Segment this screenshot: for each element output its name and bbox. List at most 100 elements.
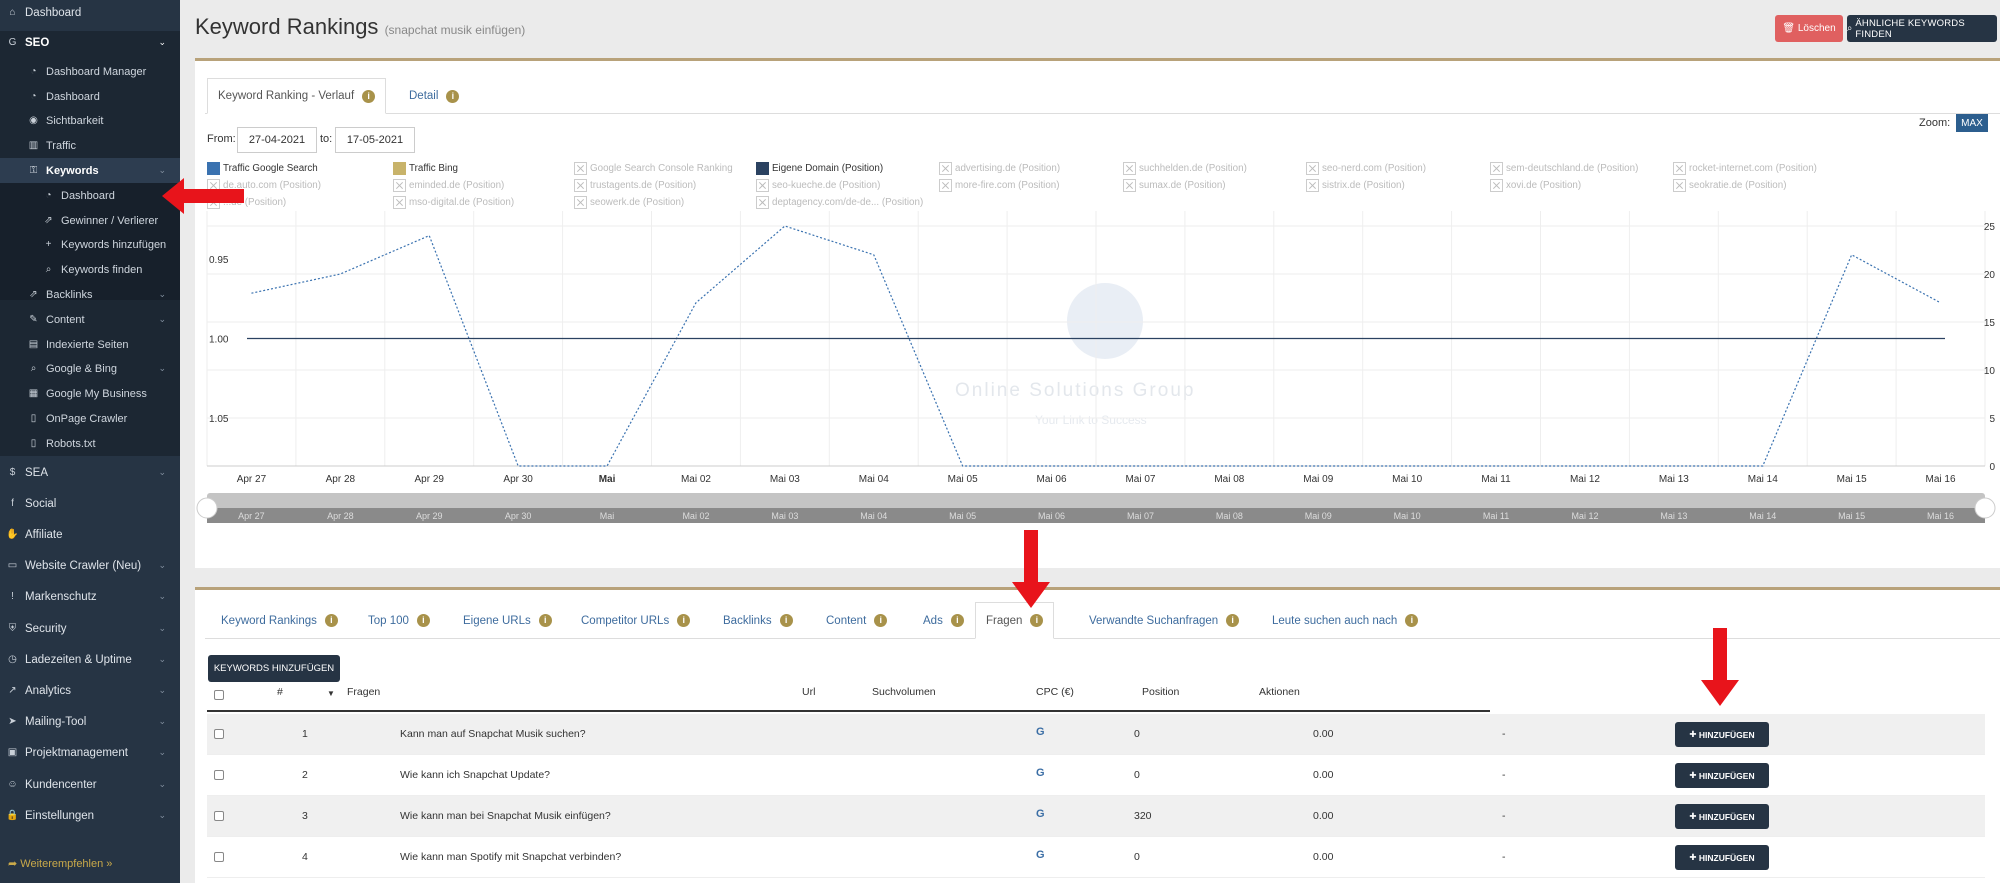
x-tick-label: Mai xyxy=(599,474,616,485)
navigator-tick-label: Mai 16 xyxy=(1927,511,1954,521)
x-tick-label: Mai 03 xyxy=(770,474,800,485)
sidebar-item-keywords-hinzuf-gen[interactable]: + Keywords hinzufügen xyxy=(0,232,180,257)
sidebar-item-sea[interactable]: $ SEA ⌄ xyxy=(0,460,180,485)
x-tick-label: Mai 12 xyxy=(1570,474,1600,485)
sidebar-item-keywords[interactable]: ⚿ Keywords ⌄ xyxy=(0,158,180,183)
sidebar-item-label: Mailing-Tool xyxy=(25,715,87,728)
x-tick-label: Mai 09 xyxy=(1303,474,1333,485)
sidebar-item-dashboard[interactable]: ◔ Dashboard xyxy=(0,84,180,109)
google-icon[interactable]: G xyxy=(1036,726,1045,738)
search-icon: ⌕ xyxy=(1847,23,1853,34)
delete-button[interactable]: 🗑 Löschen xyxy=(1775,15,1843,42)
x-tick-label: Apr 28 xyxy=(326,474,356,485)
sidebar-item-google-my-business[interactable]: ▦ Google My Business xyxy=(0,381,180,406)
add-keywords-button[interactable]: KEYWORDS HINZUFÜGEN xyxy=(208,655,340,682)
sidebar-item-website-crawler-neu[interactable]: ▭ Website Crawler (Neu) ⌄ xyxy=(0,553,180,578)
google-icon[interactable]: G xyxy=(1036,808,1045,820)
sidebar-item-projektmanagement[interactable]: ▣ Projektmanagement ⌄ xyxy=(0,740,180,765)
sidebar-item-content[interactable]: ✎ Content ⌄ xyxy=(0,307,180,332)
col-header-cpc[interactable]: CPC (€) xyxy=(1036,686,1074,698)
sidebar-item-label: Keywords finden xyxy=(61,263,143,276)
google-icon[interactable]: G xyxy=(1036,849,1045,861)
sidebar-item-dashboard[interactable]: ◔ Dashboard xyxy=(0,183,180,208)
send-icon: ➤ xyxy=(8,716,17,727)
sidebar-item-markenschutz[interactable]: ! Markenschutz ⌄ xyxy=(0,584,180,609)
chevron-down-icon: ⌄ xyxy=(158,810,166,820)
sidebar-item-label: Keywords xyxy=(46,164,99,177)
row-checkbox[interactable] xyxy=(214,770,224,780)
sidebar-item-label: Dashboard xyxy=(46,90,100,103)
row-search-volume: 0 xyxy=(1134,851,1140,863)
sidebar-item-onpage-crawler[interactable]: ▯ OnPage Crawler xyxy=(0,406,180,431)
plus-icon: ✚ xyxy=(1689,811,1697,821)
col-header-num[interactable]: # xyxy=(277,686,283,698)
tab-backlinks[interactable]: Backlinks i xyxy=(723,602,793,639)
x-tick-label: Mai 08 xyxy=(1214,474,1244,485)
add-keyword-button[interactable]: ✚ HINZUFÜGEN xyxy=(1675,804,1769,829)
sidebar-item-sichtbarkeit[interactable]: ◉ Sichtbarkeit xyxy=(0,108,180,133)
sidebar-item-traffic[interactable]: ▥ Traffic xyxy=(0,133,180,158)
row-checkbox[interactable] xyxy=(214,811,224,821)
row-question: Wie kann man Spotify mit Snapchat verbin… xyxy=(400,851,622,863)
find-similar-keywords-button[interactable]: ⌕ ÄHNLICHE KEYWORDS FINDEN xyxy=(1847,15,1997,42)
tab-content[interactable]: Content i xyxy=(826,602,888,639)
col-header-suchvolumen[interactable]: Suchvolumen xyxy=(872,686,936,698)
sidebar-item-keywords-finden[interactable]: ⌕ Keywords finden xyxy=(0,257,180,282)
sidebar-item-kundencenter[interactable]: ☺ Kundencenter ⌄ xyxy=(0,772,180,797)
tab-eigene-urls[interactable]: Eigene URLs i xyxy=(463,602,552,639)
sidebar-item-seo[interactable]: G SEO ⌄ xyxy=(0,30,180,55)
exclamation-icon: ! xyxy=(11,591,14,602)
add-keyword-button[interactable]: ✚ HINZUFÜGEN xyxy=(1675,722,1769,747)
col-header-url[interactable]: Url xyxy=(802,686,815,698)
info-icon: i xyxy=(1030,614,1044,627)
tab-leute-suchen-auch-nach[interactable]: Leute suchen auch nach i xyxy=(1272,602,1419,639)
home-icon: ⌂ xyxy=(9,7,16,18)
sidebar-item-label: Affiliate xyxy=(25,528,63,541)
select-all-checkbox[interactable] xyxy=(214,690,224,700)
col-header-position[interactable]: Position xyxy=(1142,686,1179,698)
add-keyword-button[interactable]: ✚ HINZUFÜGEN xyxy=(1675,763,1769,788)
tab-verwandte-suchanfragen[interactable]: Verwandte Suchanfragen i xyxy=(1089,602,1240,639)
sidebar-item-indexierte-seiten[interactable]: ▤ Indexierte Seiten xyxy=(0,332,180,357)
col-header-fragen[interactable]: Fragen xyxy=(347,686,380,698)
sidebar-item-dashboard[interactable]: ⌂ Dashboard xyxy=(0,0,180,25)
sidebar-item-dashboard-manager[interactable]: ◔ Dashboard Manager xyxy=(0,59,180,84)
row-number: 4 xyxy=(302,851,308,863)
sidebar-item-ladezeiten-uptime[interactable]: ◷ Ladezeiten & Uptime ⌄ xyxy=(0,647,180,672)
sidebar-item-einstellungen[interactable]: 🔒 Einstellungen ⌄ xyxy=(0,803,180,828)
sidebar-item-mailing-tool[interactable]: ➤ Mailing-Tool ⌄ xyxy=(0,709,180,734)
row-checkbox[interactable] xyxy=(214,729,224,739)
tab-competitor-urls[interactable]: Competitor URLs i xyxy=(581,602,691,639)
sidebar-item-label: Projektmanagement xyxy=(25,746,128,759)
sort-down-icon[interactable]: ▼ xyxy=(327,689,335,698)
table-row: 2 Wie kann ich Snapchat Update? G 0 0.00 - ✚ H… xyxy=(207,755,1985,796)
chevron-down-icon: ⌄ xyxy=(158,37,166,47)
x-tick-label: Mai 15 xyxy=(1837,474,1867,485)
navigator-tick-label: Mai 11 xyxy=(1483,511,1509,521)
sidebar-item-google-bing[interactable]: ⌕ Google & Bing ⌄ xyxy=(0,356,180,381)
sidebar-item-robots-txt[interactable]: ▯ Robots.txt xyxy=(0,431,180,456)
keyword-ranking-chart-panel: Keyword Ranking - Verlauf i Detail i From:… xyxy=(195,58,2000,568)
google-icon[interactable]: G xyxy=(1036,767,1045,779)
row-position: - xyxy=(1502,769,1506,781)
tab-ads[interactable]: Ads i xyxy=(923,602,964,639)
navigator-tick-label: Mai 15 xyxy=(1838,511,1865,521)
sidebar-item-label: Sichtbarkeit xyxy=(46,114,104,127)
recommend-link[interactable]: ➦ Weiterempfehlen » xyxy=(8,857,112,870)
sidebar-item-label: Robots.txt xyxy=(46,437,96,450)
info-icon: i xyxy=(1226,614,1240,627)
sidebar-item-gewinner-verlierer[interactable]: ⇗ Gewinner / Verlierer xyxy=(0,208,180,233)
external-link-icon: ⇗ xyxy=(44,215,53,226)
tab-keyword-rankings[interactable]: Keyword Rankings i xyxy=(221,602,338,639)
sidebar-item-social[interactable]: f Social xyxy=(0,491,180,516)
sidebar-item-backlinks[interactable]: ⇗ Backlinks ⌄ xyxy=(0,282,180,307)
sidebar-item-label: Dashboard Manager xyxy=(46,65,147,78)
row-question: Kann man auf Snapchat Musik suchen? xyxy=(400,728,586,740)
row-checkbox[interactable] xyxy=(214,852,224,862)
sidebar-item-affiliate[interactable]: ✋ Affiliate xyxy=(0,522,180,547)
sidebar-item-security[interactable]: ⛨ Security ⌄ xyxy=(0,616,180,641)
add-keyword-button[interactable]: ✚ HINZUFÜGEN xyxy=(1675,845,1769,870)
sidebar-item-analytics[interactable]: ↗ Analytics ⌄ xyxy=(0,678,180,703)
tab-top-100[interactable]: Top 100 i xyxy=(368,602,430,639)
row-question: Wie kann ich Snapchat Update? xyxy=(400,769,551,781)
